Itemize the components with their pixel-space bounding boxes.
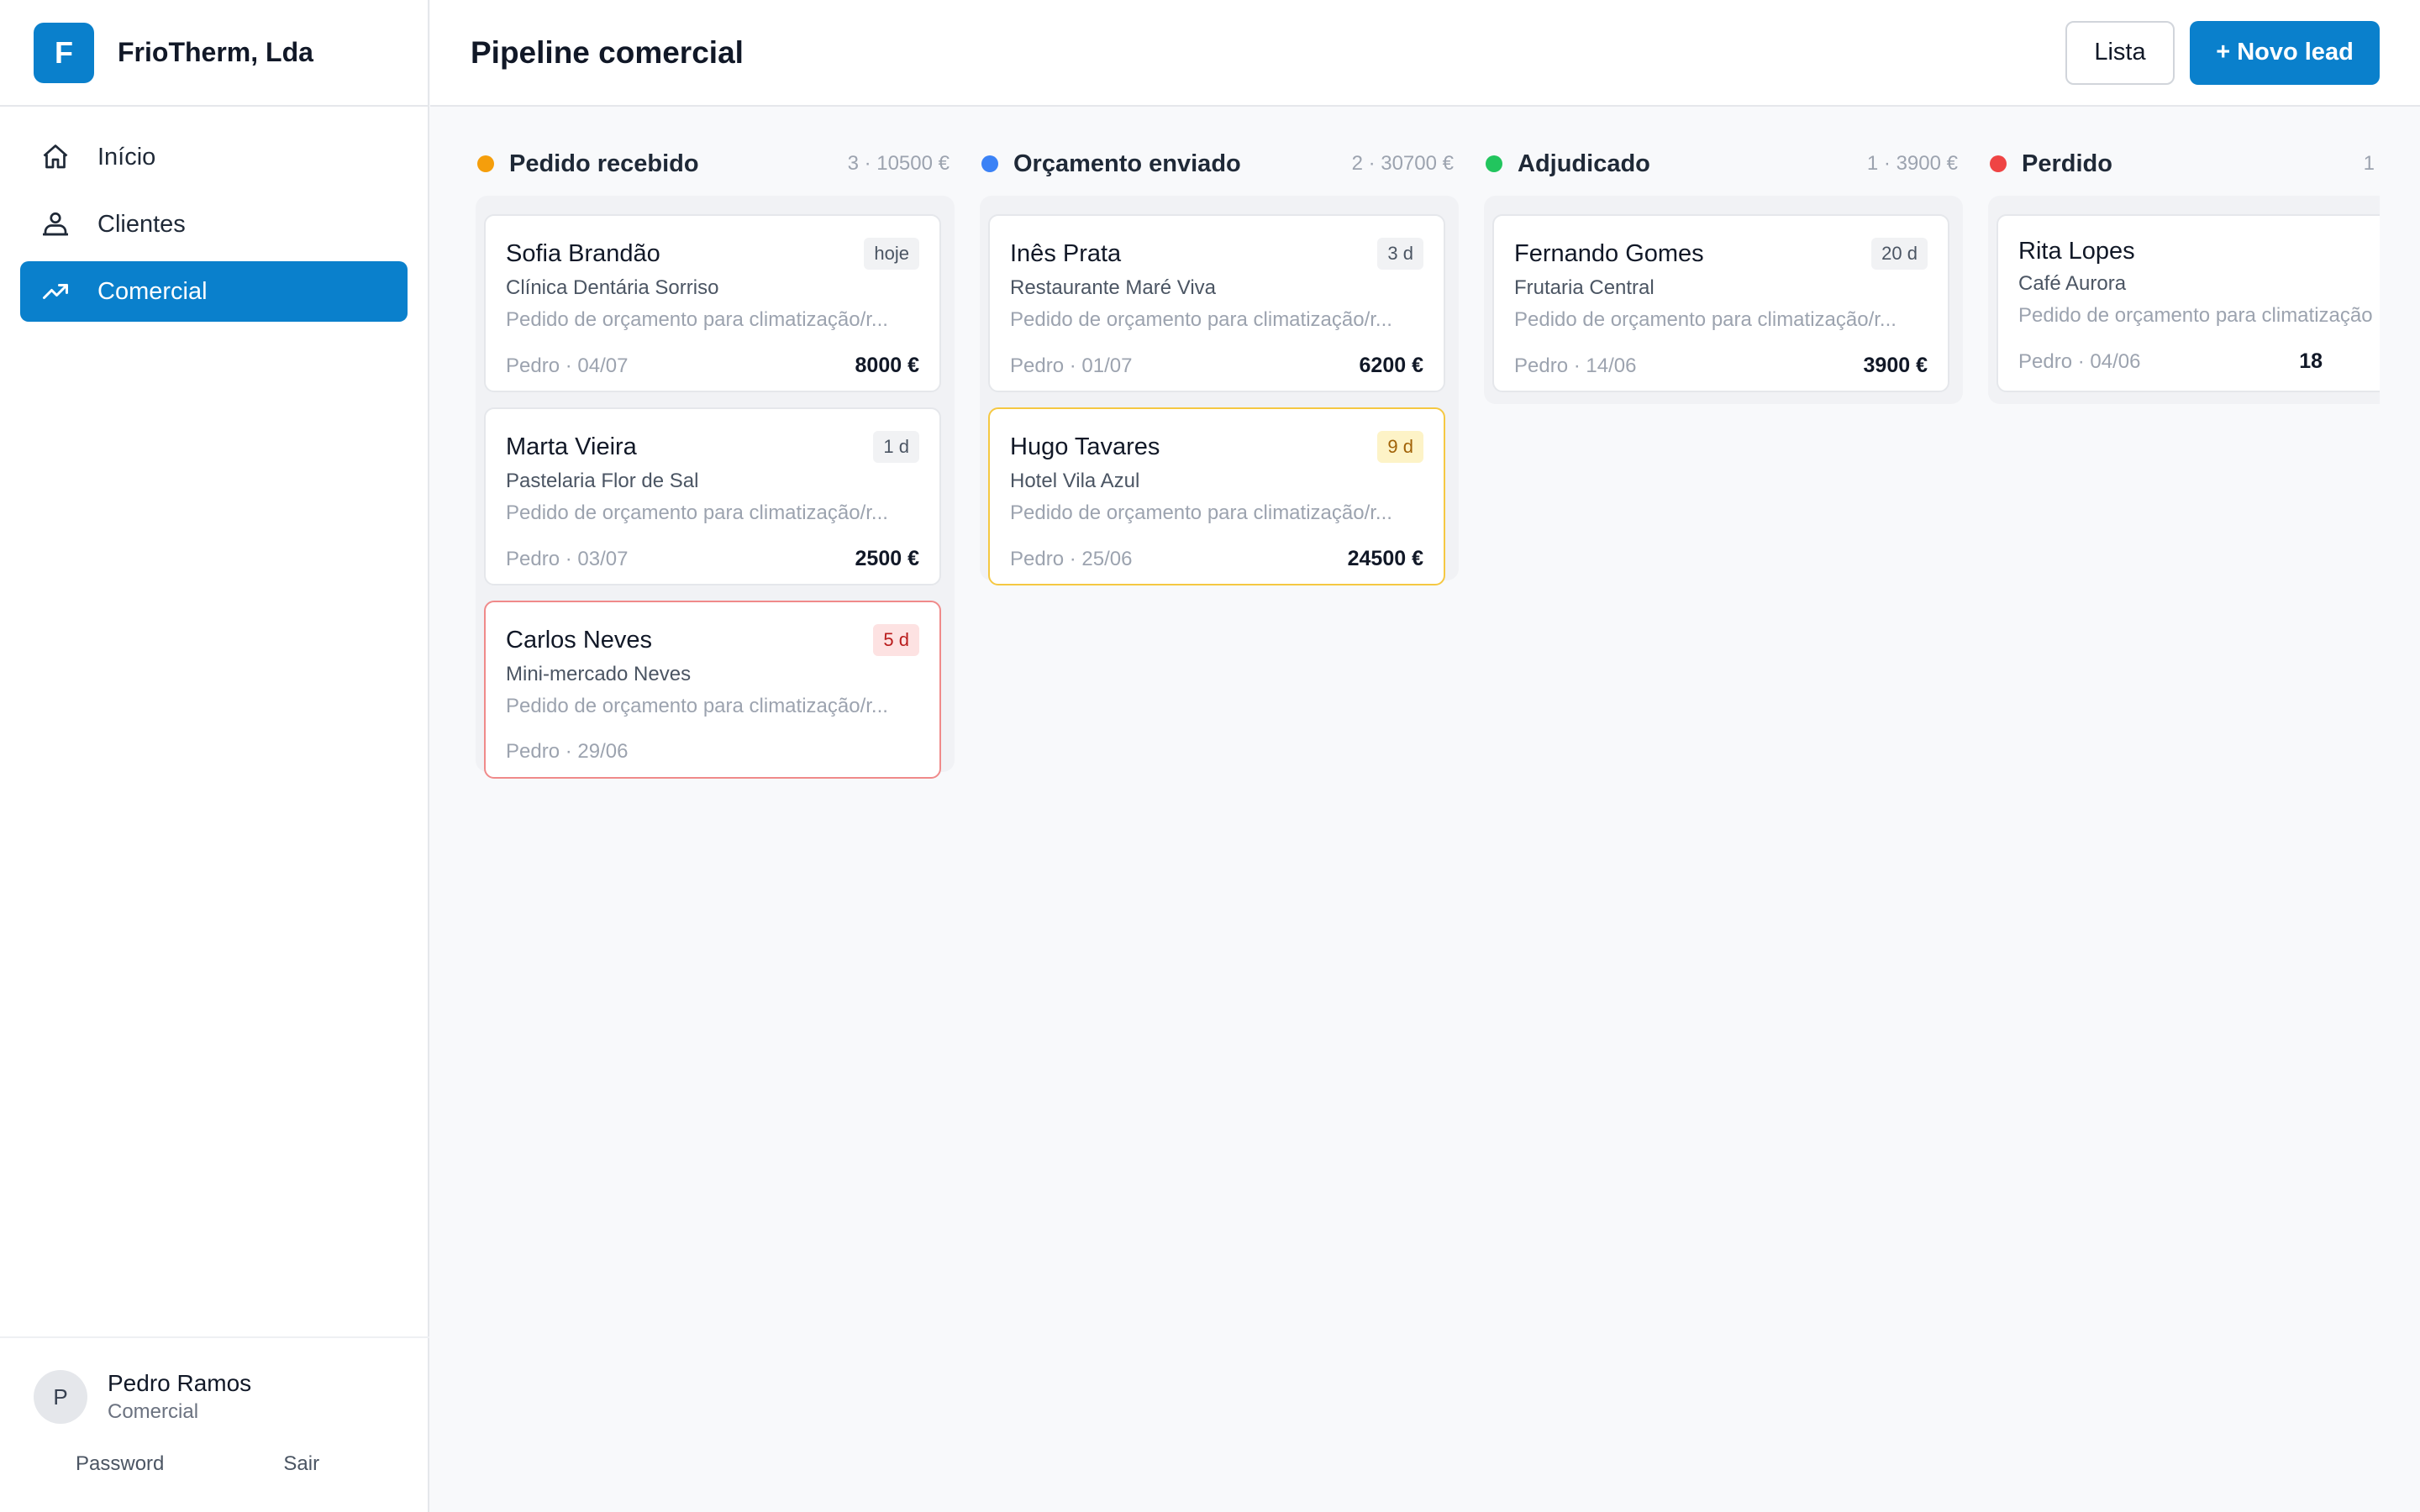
- logout-link[interactable]: Sair: [283, 1452, 319, 1476]
- avatar[interactable]: P: [34, 1370, 87, 1424]
- lead-name: Inês Prata: [1010, 239, 1122, 267]
- lead-owner-date: Pedro · 29/06: [506, 740, 629, 763]
- lead-description: Pedido de orçamento para climatização/r.…: [506, 308, 888, 331]
- column-title: Orçamento enviado: [1013, 150, 1241, 177]
- lead-owner-date: Pedro · 04/06: [2018, 349, 2141, 373]
- status-dot: [477, 155, 494, 172]
- column-summary: 1 · 3900 €: [1866, 152, 1958, 175]
- column-summary: 1: [2363, 152, 2375, 175]
- lead-owner-date: Pedro · 01/07: [1010, 354, 1133, 377]
- column-pedido-recebido: Pedido recebido 3 · 10500 € Sofia Brandã…: [476, 107, 955, 779]
- lead-name: Sofia Brandão: [506, 239, 660, 267]
- column-adjudicado: Adjudicado 1 · 3900 € Fernando Gomes 20 …: [1484, 107, 1963, 404]
- sidebar-item-comercial[interactable]: Comercial: [20, 261, 408, 322]
- list-view-button[interactable]: Lista: [2065, 20, 2175, 85]
- lead-owner-date: Pedro · 25/06: [1010, 547, 1133, 570]
- lead-card[interactable]: Marta Vieira 1 d Pastelaria Flor de Sal …: [484, 407, 941, 585]
- home-icon: [39, 140, 72, 174]
- lead-company: Mini-mercado Neves: [506, 663, 692, 685]
- column-body: Sofia Brandão hoje Clínica Dentária Sorr…: [476, 196, 955, 779]
- status-dot: [1486, 155, 1502, 172]
- age-badge: 3 d: [1377, 238, 1423, 270]
- sidebar-item-label: Comercial: [97, 277, 208, 305]
- lead-company: Café Aurora: [2018, 272, 2127, 295]
- lead-card[interactable]: Rita Lopes Café Aurora Pedido de orçamen…: [1996, 214, 2380, 392]
- sidebar-nav: Início Clientes Comercial: [0, 107, 428, 349]
- status-dot: [1990, 155, 2007, 172]
- lead-description: Pedido de orçamento para climatização/r.…: [506, 695, 888, 717]
- column-orcamento-enviado: Orçamento enviado 2 · 30700 € Inês Prata…: [980, 107, 1459, 585]
- lead-name: Hugo Tavares: [1010, 433, 1160, 460]
- column-perdido: Perdido 1 Rita Lopes Café Aurora Pedido …: [1988, 107, 2380, 404]
- lead-description: Pedido de orçamento para climatização/r.…: [1010, 501, 1392, 524]
- column-summary: 2 · 30700 €: [1351, 152, 1454, 175]
- lead-value: 8000 €: [855, 354, 919, 377]
- lead-value: 6200 €: [1359, 354, 1423, 377]
- column-summary: 3 · 10500 €: [847, 152, 950, 175]
- lead-value: 2500 €: [855, 547, 919, 570]
- column-title: Pedido recebido: [509, 150, 699, 177]
- lead-name: Marta Vieira: [506, 433, 637, 460]
- lead-card[interactable]: Sofia Brandão hoje Clínica Dentária Sorr…: [484, 214, 941, 392]
- page-header: Pipeline comercial Lista + Novo lead: [430, 0, 2420, 107]
- age-badge: 5 d: [873, 624, 919, 656]
- lead-card[interactable]: Carlos Neves 5 d Mini-mercado Neves Pedi…: [484, 601, 941, 779]
- user-panel: P Pedro Ramos Comercial Password Sair: [0, 1336, 429, 1512]
- brand-name: FrioTherm, Lda: [118, 37, 313, 67]
- lead-company: Pastelaria Flor de Sal: [506, 470, 699, 492]
- lead-owner-date: Pedro · 04/07: [506, 354, 629, 377]
- lead-company: Hotel Vila Azul: [1010, 470, 1140, 492]
- page-title: Pipeline comercial: [471, 34, 744, 70]
- lead-name: Rita Lopes: [2018, 238, 2135, 265]
- lead-company: Clínica Dentária Sorriso: [506, 276, 719, 299]
- sidebar: F FrioTherm, Lda Início Clientes Comerci…: [0, 0, 429, 1512]
- sidebar-item-clientes[interactable]: Clientes: [20, 194, 408, 255]
- age-badge: 1 d: [873, 431, 919, 463]
- password-link[interactable]: Password: [76, 1452, 164, 1476]
- column-body: Rita Lopes Café Aurora Pedido de orçamen…: [1988, 196, 2380, 404]
- brand: F FrioTherm, Lda: [0, 0, 428, 107]
- kanban-board: Pedido recebido 3 · 10500 € Sofia Brandã…: [476, 107, 2380, 1512]
- lead-company: Frutaria Central: [1514, 276, 1655, 299]
- lead-value: 24500 €: [1347, 547, 1423, 570]
- lead-card[interactable]: Inês Prata 3 d Restaurante Maré Viva Ped…: [988, 214, 1445, 392]
- lead-value: 3900 €: [1863, 354, 1928, 377]
- lead-description: Pedido de orçamento para climatização/r.…: [1010, 308, 1392, 331]
- lead-card[interactable]: Hugo Tavares 9 d Hotel Vila Azul Pedido …: [988, 407, 1445, 585]
- trending-up-icon: [39, 275, 72, 308]
- lead-name: Fernando Gomes: [1514, 239, 1704, 267]
- lead-owner-date: Pedro · 03/07: [506, 547, 629, 570]
- brand-logo[interactable]: F: [34, 22, 94, 83]
- lead-company: Restaurante Maré Viva: [1010, 276, 1217, 299]
- column-body: Inês Prata 3 d Restaurante Maré Viva Ped…: [980, 196, 1459, 585]
- lead-owner-date: Pedro · 14/06: [1514, 354, 1637, 377]
- status-dot: [981, 155, 998, 172]
- lead-card[interactable]: Fernando Gomes 20 d Frutaria Central Ped…: [1492, 214, 1949, 392]
- sidebar-item-inicio[interactable]: Início: [20, 127, 408, 187]
- column-title: Adjudicado: [1518, 150, 1650, 177]
- column-title: Perdido: [2022, 150, 2112, 177]
- users-icon: [39, 207, 72, 241]
- user-name: Pedro Ramos: [108, 1370, 252, 1396]
- lead-description: Pedido de orçamento para climatização/r.…: [506, 501, 888, 524]
- column-body: Fernando Gomes 20 d Frutaria Central Ped…: [1484, 196, 1963, 404]
- lead-description: Pedido de orçamento para climatização: [2018, 304, 2373, 327]
- age-badge: hoje: [864, 238, 919, 270]
- sidebar-item-label: Início: [97, 143, 156, 171]
- new-lead-button[interactable]: + Novo lead: [2190, 20, 2380, 85]
- sidebar-item-label: Clientes: [97, 210, 186, 238]
- lead-name: Carlos Neves: [506, 626, 653, 654]
- age-badge: 9 d: [1377, 431, 1423, 463]
- age-badge: 20 d: [1871, 238, 1928, 270]
- lead-description: Pedido de orçamento para climatização/r.…: [1514, 308, 1897, 331]
- user-role: Comercial: [108, 1400, 199, 1423]
- lead-value: 18: [2299, 349, 2323, 373]
